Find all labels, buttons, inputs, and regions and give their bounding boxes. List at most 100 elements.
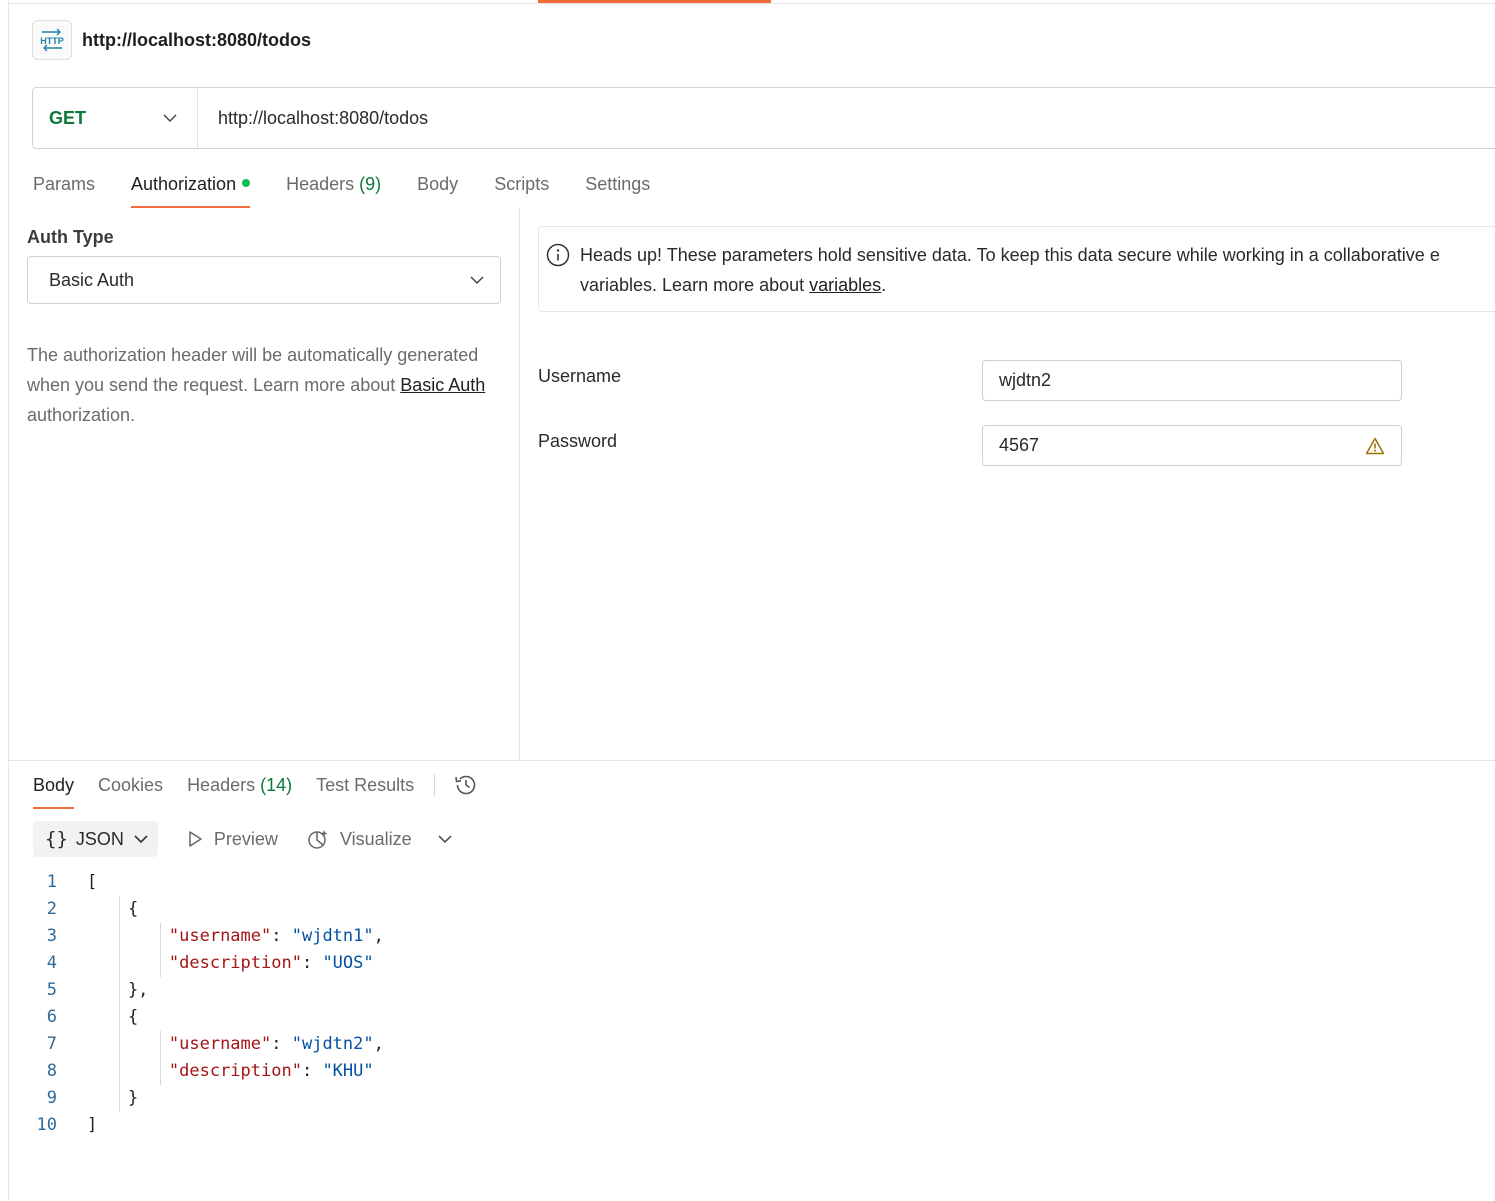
sensitive-data-notice: Heads up! These parameters hold sensitiv… [538,226,1495,312]
password-field[interactable]: 4567 [982,425,1402,466]
json-punctuation: [ [87,872,98,892]
json-punctuation [87,1031,169,1058]
code-line: 5 }, [33,977,384,1004]
json-punctuation: , [373,926,384,946]
response-divider[interactable] [8,760,1495,761]
code-line: 4 "description": "UOS" [33,950,384,977]
response-format-bar: {} JSON Preview Visualize [33,821,452,857]
auth-panel-divider[interactable] [519,208,520,760]
json-punctuation: : [271,926,292,946]
notice-line-2-tail: . [881,275,887,295]
json-string: "wjdtn2" [291,1034,374,1054]
response-tab-test-results-label: Test Results [316,775,415,795]
tab-scripts[interactable]: Scripts [494,170,549,208]
notice-line-1: Heads up! These parameters hold sensitiv… [580,245,1440,265]
code-lines: 1[2 {3 "username": "wjdtn1", 4 "descripti… [33,869,384,1139]
response-tab-headers[interactable]: Headers (14) [187,771,292,809]
response-tab-cookies-label: Cookies [98,775,164,795]
url-input[interactable]: http://localhost:8080/todos [198,108,428,129]
request-title[interactable]: http://localhost:8080/todos [82,30,311,51]
code-line: 6 { [33,1004,384,1031]
method-select[interactable]: GET [33,88,198,148]
password-label: Password [538,431,618,451]
auth-type-label: Auth Type [27,227,114,247]
format-label: JSON [75,828,124,849]
chevron-down-icon[interactable] [438,834,452,844]
line-number: 1 [46,872,57,892]
json-key: "description" [168,953,302,973]
notice-text: Heads up! These parameters hold sensitiv… [580,240,1495,300]
warning-icon[interactable] [1365,437,1385,455]
url-bar: GET http://localhost:8080/todos [32,87,1495,149]
preview-button[interactable]: Preview [186,829,278,850]
basic-auth-link[interactable]: Basic Auth [400,375,485,395]
auth-type-select[interactable]: Basic Auth [27,256,501,304]
tab-headers[interactable]: Headers (9) [286,170,381,208]
tab-headers-count: (9) [359,174,382,194]
http-icon: HTTP [32,20,72,60]
auth-type-value: Basic Auth [49,269,135,290]
tab-authorization-label: Authorization [131,174,237,194]
username-value: wjdtn2 [999,370,1052,390]
tab-settings-label: Settings [585,174,651,194]
tab-headers-label: Headers [286,174,355,194]
code-line: 2 { [33,896,384,923]
response-tab-cookies[interactable]: Cookies [98,771,163,809]
username-field[interactable]: wjdtn2 [982,360,1402,401]
tab-scripts-label: Scripts [494,174,550,194]
format-select[interactable]: {} JSON [33,821,158,857]
tab-settings[interactable]: Settings [585,170,650,208]
response-tab-body-label: Body [33,775,75,795]
tab-body[interactable]: Body [417,170,458,208]
json-punctuation [87,950,169,977]
json-punctuation: }, [87,980,149,1000]
auth-description: The authorization header will be automat… [27,340,497,430]
http-badge-label: HTTP [40,36,64,46]
method-label: GET [49,107,87,128]
username-label: Username [538,366,622,386]
indent-guide [119,896,120,1112]
code-line: 9 } [33,1085,384,1112]
tab-authorization[interactable]: Authorization [131,170,251,208]
json-punctuation [87,1058,169,1085]
tab-params[interactable]: Params [33,170,95,208]
json-key: "description" [168,1061,302,1081]
password-value: 4567 [999,435,1040,455]
response-tabs: Body Cookies Headers (14) Test Results [33,771,479,809]
json-punctuation: : [271,1034,292,1054]
indent-guide [160,1031,161,1085]
variables-link[interactable]: variables [809,275,881,295]
visualize-button[interactable]: Visualize [306,828,412,850]
json-punctuation: : [301,1061,323,1081]
notice-line-2: variables. Learn more about variables. [580,270,1495,300]
left-border [8,0,9,1201]
json-key: "username" [168,1034,272,1054]
request-header: HTTP http://localhost:8080/todos [32,20,311,60]
json-key: "username" [168,926,272,946]
code-line: 7 "username": "wjdtn2", [33,1031,384,1058]
code-line: 3 "username": "wjdtn1", [33,923,384,950]
json-string: "UOS" [322,953,374,973]
play-icon [189,831,202,847]
request-tabs: Params Authorization Headers (9) Body Sc… [33,170,686,208]
json-punctuation: : [301,953,323,973]
history-icon[interactable] [453,772,479,798]
line-number: 2 [46,899,57,919]
json-string: "wjdtn1" [291,926,374,946]
json-string: "KHU" [322,1061,374,1081]
line-number: 3 [46,926,57,946]
code-line: 8 "description": "KHU" [33,1058,384,1085]
response-tab-body[interactable]: Body [33,771,75,809]
line-number: 9 [46,1088,57,1108]
json-punctuation [87,923,169,950]
response-tab-test-results[interactable]: Test Results [316,771,414,809]
response-body-code[interactable]: 1[2 {3 "username": "wjdtn1", 4 "descripti… [33,869,384,1139]
braces-icon: {} [45,828,68,850]
line-number: 10 [36,1115,57,1135]
active-tab-indicator [538,0,771,3]
chevron-down-icon [134,835,148,844]
tab-separator [434,774,436,796]
line-number: 8 [46,1061,57,1081]
response-headers-count: (14) [260,775,293,795]
line-number: 6 [46,1007,57,1027]
